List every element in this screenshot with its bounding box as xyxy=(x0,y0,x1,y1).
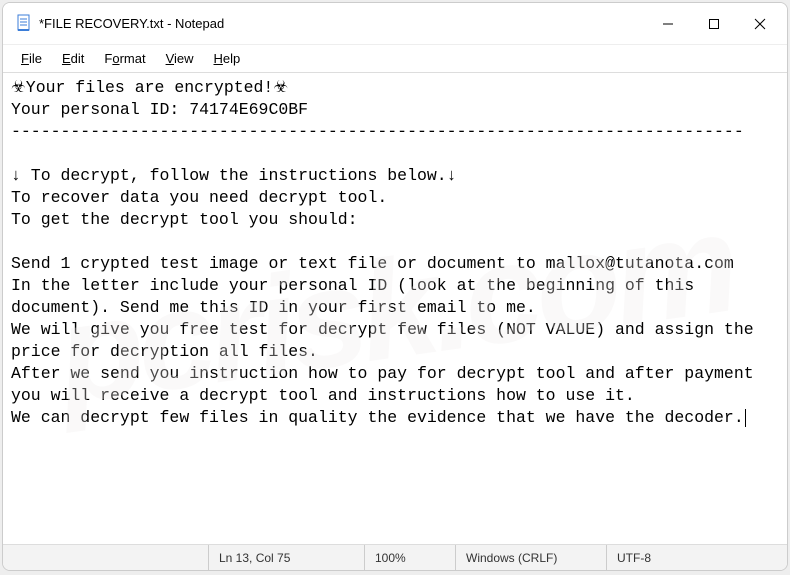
text-line: To get the decrypt tool you should: xyxy=(11,210,358,229)
text-line: After we send you instruction how to pay… xyxy=(11,364,764,405)
notepad-icon xyxy=(15,14,31,34)
window-controls xyxy=(645,8,783,40)
status-eol: Windows (CRLF) xyxy=(456,551,606,565)
menu-view[interactable]: View xyxy=(156,49,204,68)
status-zoom: 100% xyxy=(365,551,455,565)
menu-file[interactable]: File xyxy=(11,49,52,68)
text-line: ----------------------------------------… xyxy=(11,122,744,141)
text-line: Your files are encrypted! xyxy=(26,78,274,97)
titlebar: *FILE RECOVERY.txt - Notepad xyxy=(3,3,787,45)
text-caret xyxy=(745,409,746,427)
text-line: ↓ To decrypt, follow the instructions be… xyxy=(11,166,457,185)
menubar: File Edit Format View Help xyxy=(3,45,787,73)
biohazard-icon: ☣ xyxy=(273,78,288,97)
statusbar: Ln 13, Col 75 100% Windows (CRLF) UTF-8 xyxy=(3,544,787,570)
close-button[interactable] xyxy=(737,8,783,40)
text-line: In the letter include your personal ID (… xyxy=(11,276,704,317)
text-line: We will give you free test for decrypt f… xyxy=(11,320,764,361)
text-line: Send 1 crypted test image or text file o… xyxy=(11,254,734,273)
notepad-window: *FILE RECOVERY.txt - Notepad File Edit F… xyxy=(2,2,788,571)
menu-format[interactable]: Format xyxy=(94,49,155,68)
menu-help[interactable]: Help xyxy=(204,49,251,68)
text-line: Your personal ID: 74174E69C0BF xyxy=(11,100,308,119)
status-encoding: UTF-8 xyxy=(607,551,787,565)
window-title: *FILE RECOVERY.txt - Notepad xyxy=(39,16,645,31)
menu-edit[interactable]: Edit xyxy=(52,49,94,68)
maximize-button[interactable] xyxy=(691,8,737,40)
text-line: We can decrypt few files in quality the … xyxy=(11,408,744,427)
minimize-button[interactable] xyxy=(645,8,691,40)
text-area[interactable]: ☣Your files are encrypted!☣ Your persona… xyxy=(3,73,787,544)
biohazard-icon: ☣ xyxy=(11,78,26,97)
text-line: To recover data you need decrypt tool. xyxy=(11,188,387,207)
status-position: Ln 13, Col 75 xyxy=(209,551,364,565)
